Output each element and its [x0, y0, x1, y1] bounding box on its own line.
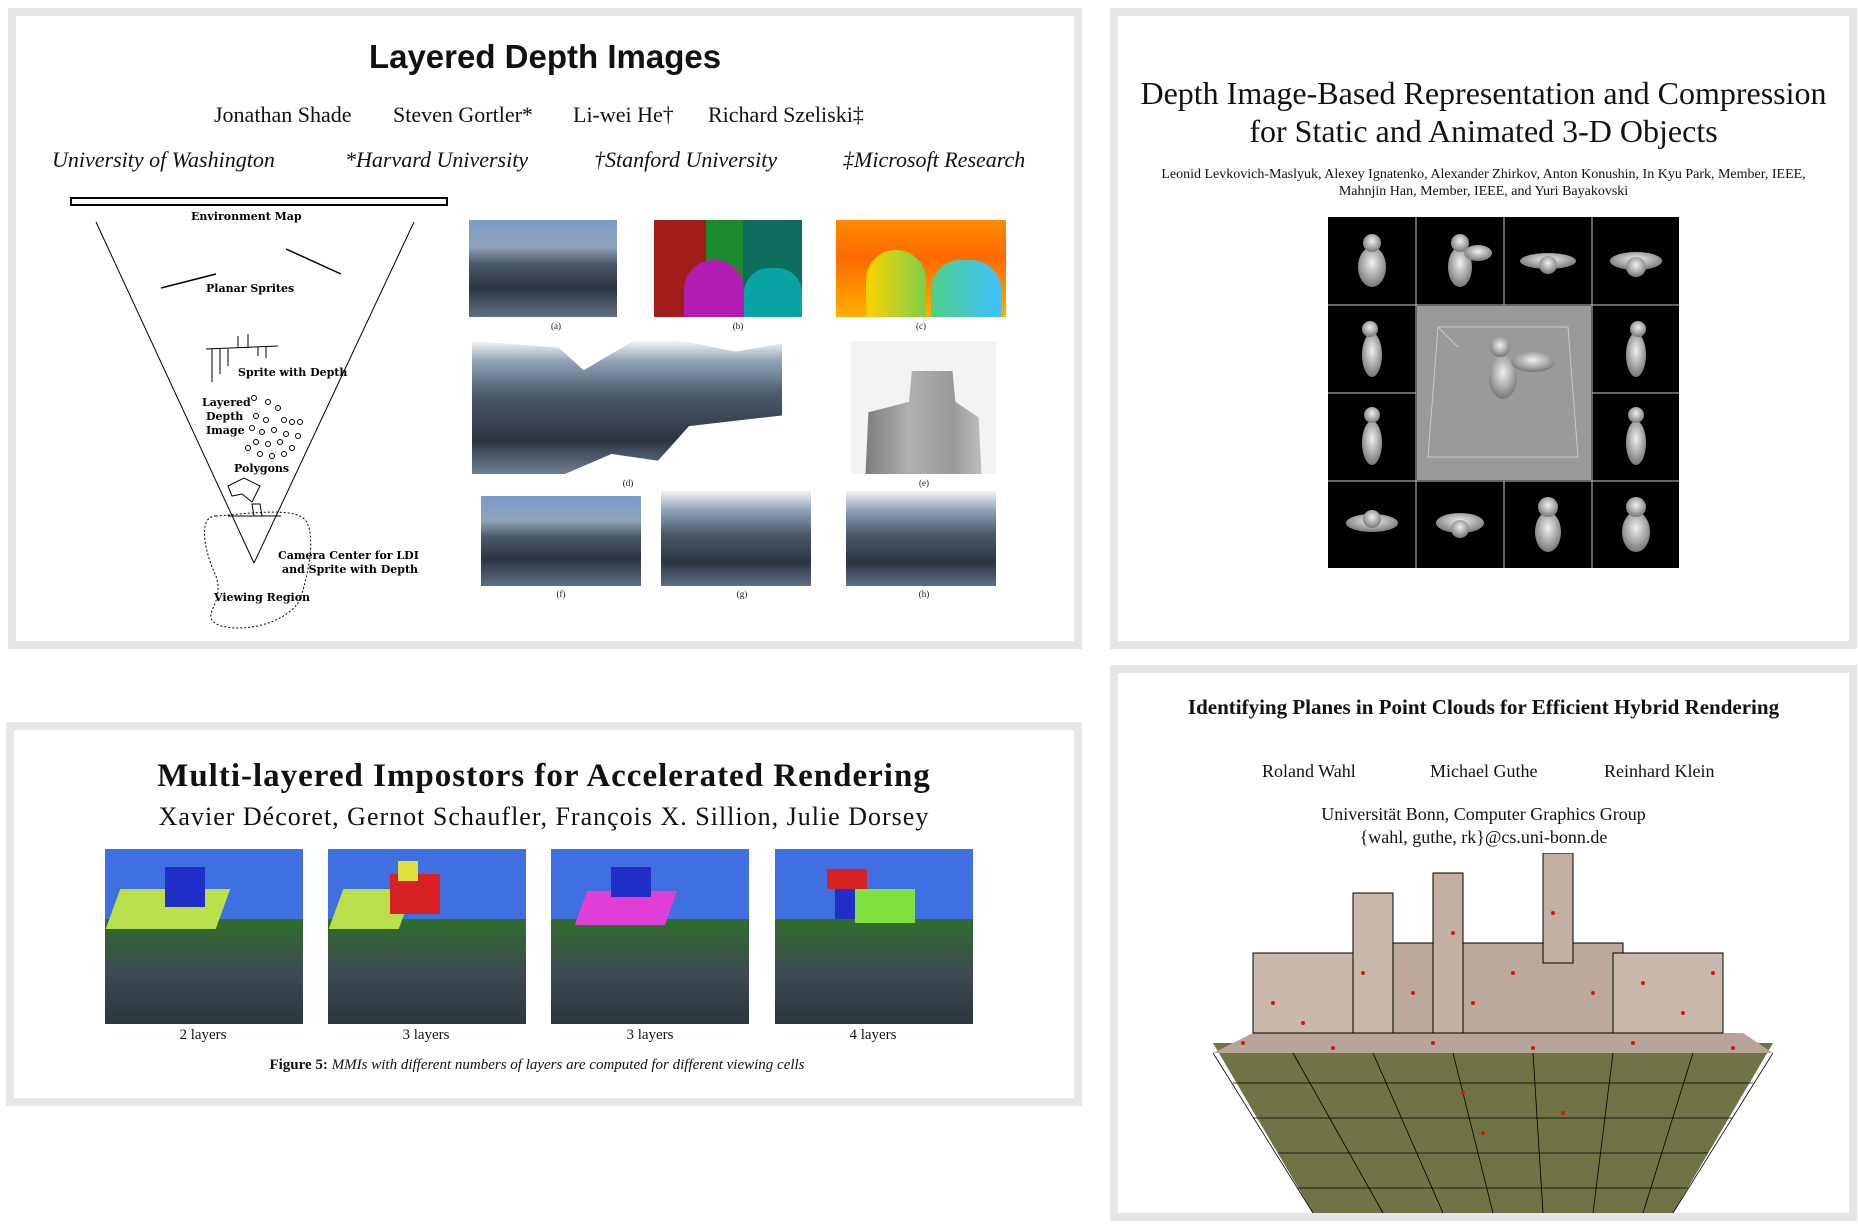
mmi-render-3-layers-b [551, 849, 749, 1024]
pc-affil-line: {wahl, guthe, rk}@cs.uni-bonn.de [1359, 827, 1608, 847]
ldi-paper-card: Layered Depth Images Jonathan Shade Stev… [8, 8, 1082, 649]
ldi-affiliation: ‡Microsoft Research [843, 147, 1026, 172]
caption-a: (a) [551, 321, 561, 331]
dibr-authors-line: Leonid Levkovich-Maslyuk, Alexey Ignaten… [1161, 167, 1806, 182]
mmi-figure-caption: Figure 5: MMIs with different numbers of… [0, 1057, 1074, 1074]
mmi-figure-text: MMIs with different numbers of layers ar… [331, 1057, 805, 1073]
warped-photo-d [472, 341, 782, 474]
caption-d: (d) [622, 478, 634, 488]
label-ldi: Depth [206, 410, 243, 423]
label-viewing-region: Viewing Region [213, 591, 310, 604]
pc-affil-line: Universität Bonn, Computer Graphics Grou… [1321, 804, 1646, 824]
mmi-figure-label: Figure 5: [269, 1057, 328, 1073]
dibr-authors: Leonid Levkovich-Maslyuk, Alexey Ignaten… [1128, 166, 1839, 200]
polygon-shape [227, 477, 261, 503]
dibr-authors-line: Mahnjin Han, Member, IEEE, and Yuri Baya… [1338, 184, 1629, 199]
mmi-caption: 4 layers [849, 1027, 897, 1043]
mmi-render-2-layers [105, 849, 303, 1024]
render-photo-h [846, 491, 996, 586]
label-camera: and Sprite with Depth [282, 563, 418, 576]
caption-c: (c) [916, 321, 926, 331]
frustum-right [253, 221, 415, 564]
mmi-caption: 3 layers [402, 1027, 450, 1043]
caption-b: (b) [732, 321, 744, 331]
caption-f: (f) [556, 589, 566, 599]
label-polygons: Polygons [234, 462, 289, 475]
mmi-render-3-layers-a [328, 849, 526, 1024]
ldi-affiliation: †Stanford University [594, 147, 778, 172]
dibr-title: Depth Image-Based Representation and Com… [1118, 74, 1849, 150]
caption-h: (h) [918, 589, 930, 599]
dibr-title-line: Depth Image-Based Representation and Com… [1140, 75, 1827, 111]
frustum-left [95, 221, 255, 564]
planar-sprite-2 [285, 248, 342, 275]
label-camera: Camera Center for LDI [278, 549, 419, 562]
mmi-caption: 3 layers [626, 1027, 674, 1043]
dibr-paper-card: Depth Image-Based Representation and Com… [1110, 8, 1857, 649]
layer-id-image-b [654, 220, 802, 317]
ldi-author: Richard Szeliski‡ [708, 102, 864, 127]
render-photo-g [661, 491, 811, 586]
label-sprite-depth: Sprite with Depth [238, 366, 347, 379]
pc-author: Michael Guthe [1430, 761, 1538, 781]
label-env-map: Environment Map [191, 210, 302, 223]
depth-map-c [836, 220, 1006, 317]
ldi-samples [245, 395, 303, 459]
polygon-shape [251, 503, 263, 517]
label-planar-sprites: Planar Sprites [206, 282, 294, 295]
mmi-title: Multi-layered Impostors for Accelerated … [157, 758, 931, 794]
pointcloud-paper-card: Identifying Planes in Point Clouds for E… [1110, 665, 1857, 1221]
depth-person-e [851, 341, 996, 474]
caption-e: (e) [919, 478, 929, 488]
caption-g: (g) [736, 589, 748, 599]
environment-map-bar [70, 197, 448, 206]
pc-author: Reinhard Klein [1604, 761, 1715, 781]
crowd-photo-a [469, 220, 617, 317]
label-ldi: Image [206, 424, 245, 437]
mmi-authors: Xavier Décoret, Gernot Schaufler, Franço… [158, 802, 930, 831]
label-ldi: Layered [202, 396, 251, 409]
dibr-title-line: for Static and Animated 3-D Objects [1249, 113, 1718, 149]
mmi-render-4-layers [775, 849, 973, 1024]
render-photo-f [481, 496, 641, 586]
angel-figure-grid [1328, 217, 1679, 568]
ldi-author: Li-wei He† [573, 102, 674, 127]
pc-title: Identifying Planes in Point Clouds for E… [1187, 695, 1780, 719]
pc-affiliation: Universität Bonn, Computer Graphics Grou… [1118, 803, 1849, 849]
ldi-diagram: Environment Map Planar Sprites Sprite wi… [70, 197, 448, 629]
mmi-caption: 2 layers [179, 1027, 227, 1043]
pointcloud-render [1213, 853, 1773, 1214]
angel-views [1328, 217, 1679, 568]
pc-author: Roland Wahl [1262, 761, 1356, 781]
